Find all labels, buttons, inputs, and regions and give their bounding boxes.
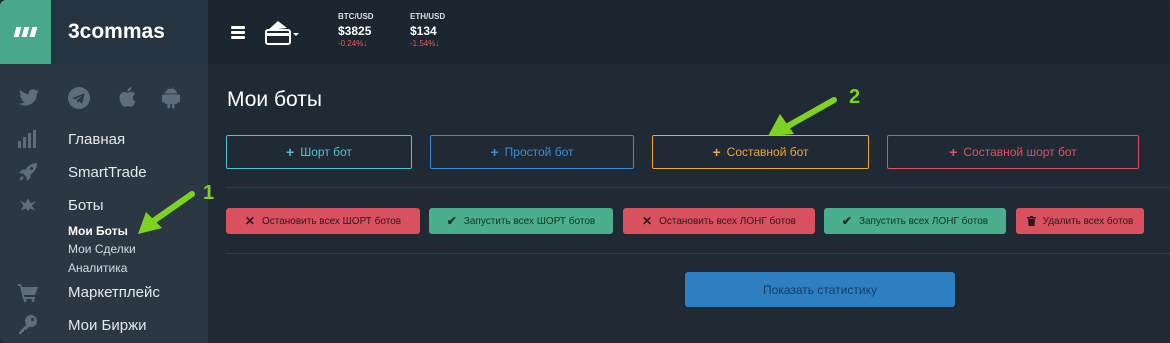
cart-icon [18, 284, 38, 302]
ticker-pair: ETH/USD [410, 12, 446, 21]
main-content: Мои боты + Шорт бот + Простой бот + Сост… [208, 64, 1170, 343]
ticker-price: $134 [410, 24, 437, 38]
sidebar-item-label: SmartTrade [68, 163, 147, 181]
plus-icon: + [949, 144, 958, 160]
check-icon: ✔ [446, 214, 457, 228]
sidebar-item-label: Мои Биржи [68, 316, 147, 334]
button-label: Простой бот [504, 145, 574, 159]
button-label: Запустить всех ЛОНГ ботов [858, 215, 989, 227]
robot-icon [19, 198, 37, 212]
sidebar-subitem-my-bots[interactable]: Мои Боты [68, 224, 128, 238]
telegram-icon[interactable] [68, 87, 90, 109]
ticker-btc: BTC/USD $3825 -0.24%↓ [338, 12, 374, 48]
divider [226, 253, 1170, 254]
ticker-change: -0.24%↓ [338, 39, 368, 48]
button-label: Остановить всех ЛОНГ ботов [659, 215, 796, 227]
key-icon [19, 315, 37, 334]
sidebar-item-label: Маркетплейс [68, 283, 160, 301]
start-all-short-bots-button[interactable]: ✔ Запустить всех ШОРТ ботов [429, 208, 613, 234]
sidebar-subitem-analytics[interactable]: Аналитика [68, 261, 127, 275]
sidebar-item-smarttrade[interactable]: SmartTrade [0, 160, 208, 184]
sidebar-item-exchanges[interactable]: Мои Биржи [0, 313, 208, 337]
ticker-pair: BTC/USD [338, 12, 374, 21]
apple-icon[interactable] [118, 86, 136, 108]
add-composite-short-bot-button[interactable]: + Составной шорт бот [887, 135, 1139, 169]
show-statistics-button[interactable]: Показать статистику [685, 272, 955, 307]
twitter-icon[interactable] [19, 89, 39, 106]
add-simple-bot-button[interactable]: + Простой бот [430, 135, 634, 169]
check-icon: ✔ [841, 214, 852, 228]
ticker-eth: ETH/USD $134 -1.54%↓ [410, 12, 445, 48]
sidebar-subitem-my-deals[interactable]: Мои Сделки [68, 242, 136, 256]
button-label: Удалить всех ботов [1042, 215, 1134, 227]
sidebar-item-label: Главная [68, 130, 126, 148]
button-label: Запустить всех ШОРТ ботов [463, 215, 596, 227]
logo[interactable] [0, 0, 51, 64]
plus-icon: + [286, 144, 295, 160]
sidebar-item-home[interactable]: Главная [0, 127, 208, 151]
annotation-arrow-1 [138, 191, 195, 234]
chart-bars-icon [18, 130, 36, 148]
button-label: Остановить всех ШОРТ ботов [261, 215, 402, 227]
sidebar: 3commas Главная SmartTrade Боты Мои Боты… [0, 0, 208, 343]
plus-icon: + [712, 144, 721, 160]
logo-icon [13, 27, 38, 37]
sidebar-item-marketplace[interactable]: Маркетплейс [0, 280, 208, 304]
rocket-icon [19, 163, 37, 181]
add-short-bot-button[interactable]: + Шорт бот [226, 135, 412, 169]
brand-name[interactable]: 3commas [51, 0, 208, 64]
divider [226, 187, 1170, 188]
wallet-icon[interactable] [265, 18, 301, 46]
topbar: BTC/USD $3825 -0.24%↓ ETH/USD $134 -1.54… [208, 0, 1170, 64]
annotation-arrow-2 [768, 97, 837, 136]
trash-icon [1026, 216, 1036, 226]
plus-icon: + [490, 144, 499, 160]
button-label: Составной шорт бот [963, 145, 1077, 159]
delete-all-bots-button[interactable]: Удалить всех ботов [1016, 208, 1144, 234]
ticker-change: -1.54%↓ [410, 39, 440, 48]
annotation-number-1: 1 [203, 182, 215, 204]
sidebar-item-label: Боты [68, 196, 104, 214]
ticker-price: $3825 [338, 24, 372, 38]
button-label: Шорт бот [300, 145, 352, 159]
android-icon[interactable] [162, 87, 180, 109]
stop-all-short-bots-button[interactable]: ✕ Остановить всех ШОРТ ботов [226, 208, 420, 234]
button-label: Составной бот [726, 145, 809, 159]
x-icon: ✕ [244, 214, 255, 228]
menu-icon[interactable] [231, 26, 245, 39]
start-all-long-bots-button[interactable]: ✔ Запустить всех ЛОНГ ботов [824, 208, 1006, 234]
annotation-number-2: 2 [849, 86, 861, 108]
app-window: 3commas Главная SmartTrade Боты Мои Боты… [0, 0, 1170, 343]
stop-all-long-bots-button[interactable]: ✕ Остановить всех ЛОНГ ботов [623, 208, 815, 234]
x-icon: ✕ [642, 214, 653, 228]
page-title: Мои боты [227, 88, 322, 111]
